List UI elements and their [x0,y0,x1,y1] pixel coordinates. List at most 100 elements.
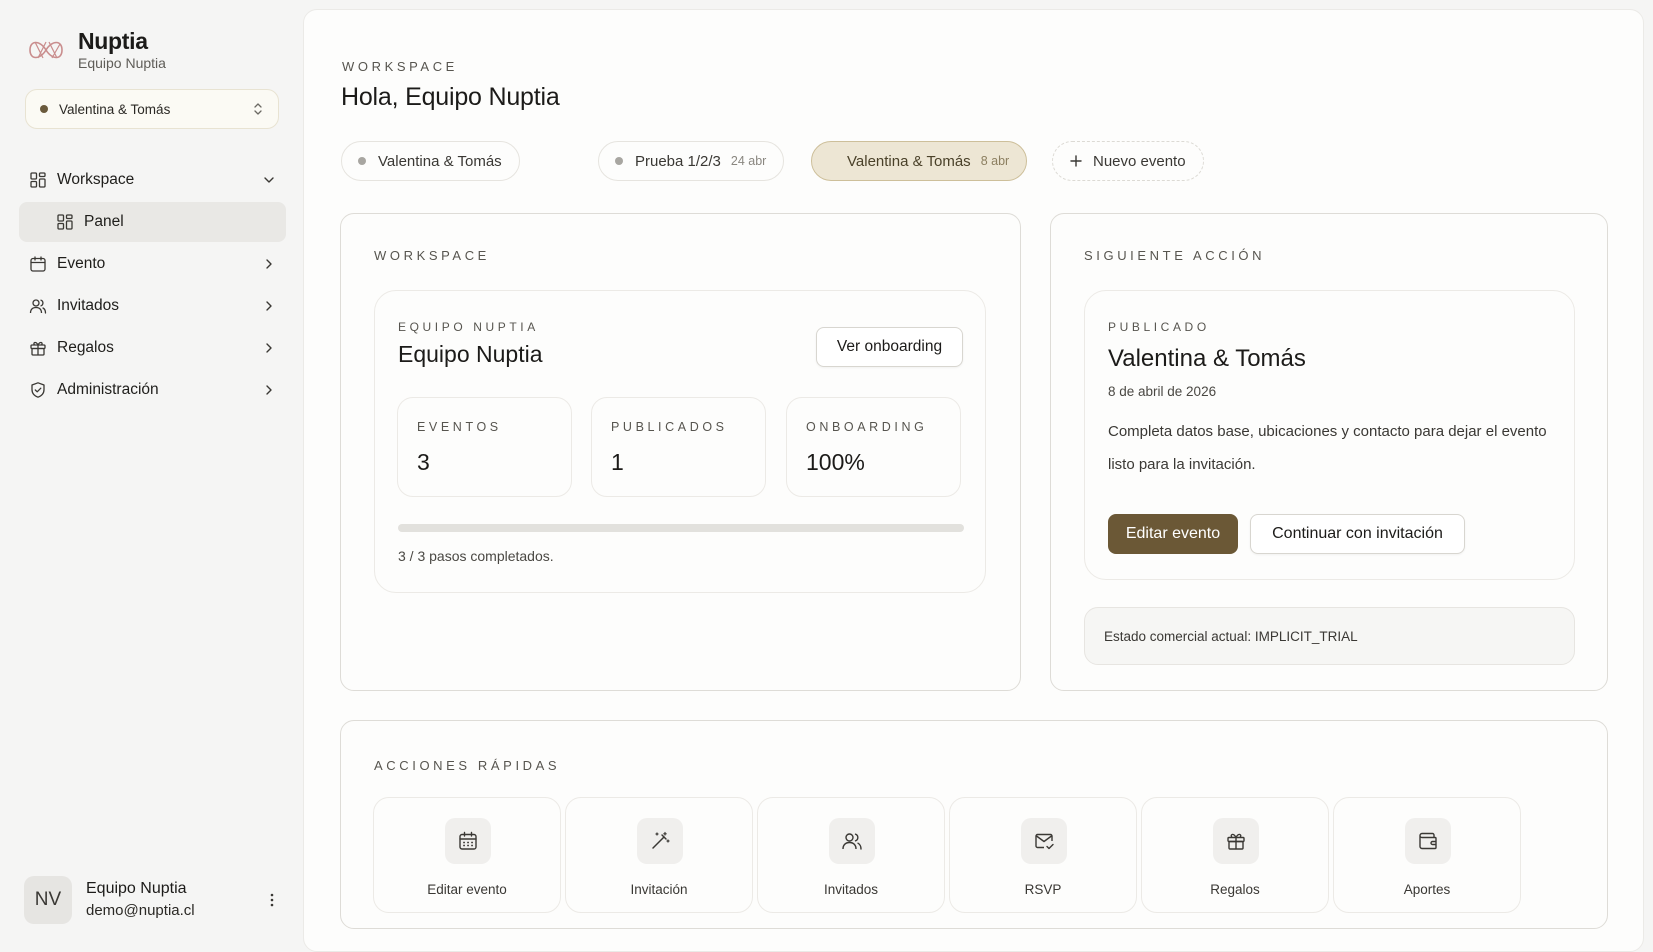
plus-icon [1070,155,1082,167]
quick-action-rsvp[interactable]: RSVP [949,797,1137,913]
quick-action-guests[interactable]: Invitados [757,797,945,913]
brand-name: Nuptia [78,28,148,54]
quick-action-label: Regalos [1210,882,1260,897]
quick-action-invitation[interactable]: Invitación [565,797,753,913]
next-action-card: SIGUIENTE ACCIÓN PUBLICADO Valentina & T… [1050,213,1608,691]
gift-icon [30,341,46,356]
users-icon [842,833,862,850]
sidebar-item-label: Regalos [57,339,114,356]
card-eyebrow: ACCIONES RÁPIDAS [374,758,561,773]
sidebar: Nuptia Equipo Nuptia Valentina & Tomás W… [0,0,303,952]
stat-value: 100% [806,449,865,475]
layout-grid-icon [57,214,73,230]
event-selector[interactable]: Valentina & Tomás [25,89,279,129]
gift-icon [1227,833,1245,850]
wallet-icon [1419,832,1437,850]
steps-text: 3 / 3 pasos completados. [398,548,554,564]
user-email: demo@nuptia.cl [86,902,195,919]
shield-check-icon [31,382,45,398]
stat-value: 3 [417,449,430,475]
new-event-label: Nuevo evento [1093,152,1186,170]
event-pill-dot [615,157,623,165]
stat-card-onboarding: ONBOARDING 100% [786,397,961,497]
quick-action-contributions[interactable]: Aportes [1333,797,1521,913]
quick-action-icon-wrap [637,818,683,864]
next-event-summary: PUBLICADO Valentina & Tomás 8 de abril d… [1084,290,1575,580]
event-date: 8 de abril de 2026 [1108,384,1217,399]
sidebar-item-panel[interactable]: Panel [19,202,286,242]
main-panel: WORKSPACE Hola, Equipo Nuptia Valentina … [303,9,1644,952]
chevrons-up-down-icon [254,103,262,115]
magic-wand-icon [652,831,670,849]
mail-check-icon [1035,833,1054,850]
event-name: Valentina & Tomás [1108,345,1306,372]
event-pill[interactable]: Valentina & Tomás [341,141,520,181]
continue-invitation-button[interactable]: Continuar con invitación [1250,514,1465,554]
team-name: Equipo Nuptia [398,341,543,367]
event-pill[interactable]: Prueba 1/2/3 24 abr [598,141,785,181]
quick-action-icon-wrap [1405,818,1451,864]
event-status-dot [40,105,48,113]
quick-action-label: Aportes [1403,882,1451,897]
edit-event-button[interactable]: Editar evento [1108,514,1238,554]
sidebar-item-workspace[interactable]: Workspace [19,160,286,200]
sidebar-item-label: Administración [57,381,159,398]
nuptia-logo-icon [29,41,63,59]
user-menu[interactable]: NV Equipo Nuptia demo@nuptia.cl [24,875,280,925]
chevron-right-icon [266,343,272,353]
quick-action-label: Editar evento [427,882,507,897]
sidebar-item-evento[interactable]: Evento [19,244,286,284]
event-description: Completa datos base, ubicaciones y conta… [1108,423,1547,473]
chevron-right-icon [266,385,272,395]
layout-grid-icon [30,172,46,188]
brand-subtitle: Equipo Nuptia [78,55,166,71]
stat-label: EVENTOS [417,420,502,434]
new-event-button[interactable]: Nuevo evento [1052,141,1204,181]
team-eyebrow: EQUIPO NUPTIA [398,320,539,334]
sidebar-item-regalos[interactable]: Regalos [19,328,286,368]
sidebar-item-label: Workspace [57,171,135,188]
brand[interactable]: Nuptia Equipo Nuptia [26,28,166,72]
card-eyebrow: SIGUIENTE ACCIÓN [1084,248,1266,263]
onboarding-progress-bar [398,524,964,532]
status-eyebrow: PUBLICADO [1108,320,1210,334]
event-pill-label: Prueba 1/2/3 [635,152,721,170]
chevron-right-icon [266,259,272,269]
event-pill-label: Valentina & Tomás [378,152,502,170]
calendar-icon [30,256,46,272]
event-pill-label: Valentina & Tomás [847,152,971,170]
quick-action-icon-wrap [1021,818,1067,864]
quick-action-gifts[interactable]: Regalos [1141,797,1329,913]
quick-action-icon-wrap [829,818,875,864]
stat-label: PUBLICADOS [611,420,728,434]
sidebar-item-label: Panel [84,213,124,230]
calendar-icon [459,831,477,850]
quick-action-label: Invitación [630,882,688,897]
card-eyebrow: WORKSPACE [374,248,490,263]
more-vertical-icon[interactable] [264,892,280,908]
quick-action-label: RSVP [1024,882,1062,897]
stat-label: ONBOARDING [806,420,928,434]
quick-action-icon-wrap [445,818,491,864]
stat-value: 1 [611,449,624,475]
workspace-card: WORKSPACE EQUIPO NUPTIA Equipo Nuptia Ve… [340,213,1021,691]
quick-action-edit-event[interactable]: Editar evento [373,797,561,913]
chevron-down-icon [264,177,274,183]
stat-card-publicados: PUBLICADOS 1 [591,397,766,497]
team-summary: EQUIPO NUPTIA Equipo Nuptia Ver onboardi… [374,290,986,593]
progress-fill [398,524,964,532]
view-onboarding-button[interactable]: Ver onboarding [816,327,963,367]
event-pill-active[interactable]: Valentina & Tomás 8 abr [811,141,1028,181]
quick-actions-card: ACCIONES RÁPIDAS Editar evento Invitació… [340,720,1608,929]
quick-action-label: Invitados [823,882,879,897]
sidebar-item-label: Evento [57,255,106,272]
page-title: Hola, Equipo Nuptia [341,83,560,111]
event-selector-value: Valentina & Tomás [59,101,171,117]
event-pill-date: 24 abr [730,154,767,168]
event-pill-dot [358,157,366,165]
sidebar-item-invitados[interactable]: Invitados [19,286,286,326]
sidebar-item-administracion[interactable]: Administración [19,370,286,410]
user-name: Equipo Nuptia [86,880,187,897]
quick-action-icon-wrap [1213,818,1259,864]
sidebar-item-label: Invitados [57,297,120,314]
